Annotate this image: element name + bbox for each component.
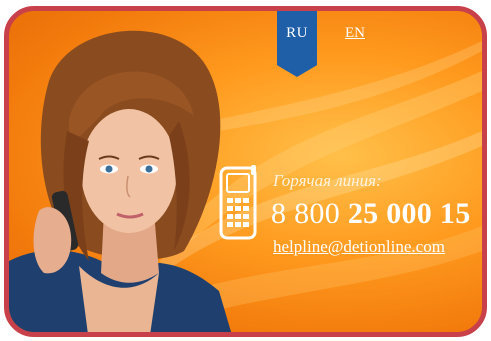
hotline-number: 8 800 25 000 15 — [271, 197, 471, 231]
hotline-number-prefix: 8 800 — [271, 197, 340, 230]
helpline-email-link[interactable]: helpline@detionline.com — [273, 237, 445, 257]
mobile-phone-icon — [219, 165, 257, 240]
lang-ru-tab[interactable]: RU — [277, 11, 317, 77]
hotline-number-main: 25 000 15 — [347, 197, 471, 230]
lang-en-link[interactable]: EN — [345, 25, 365, 42]
hotline-label: Горячая линия: — [273, 171, 382, 190]
hero-banner: RU EN Горячая линия: 8 800 25 000 15 hel… — [4, 6, 487, 337]
